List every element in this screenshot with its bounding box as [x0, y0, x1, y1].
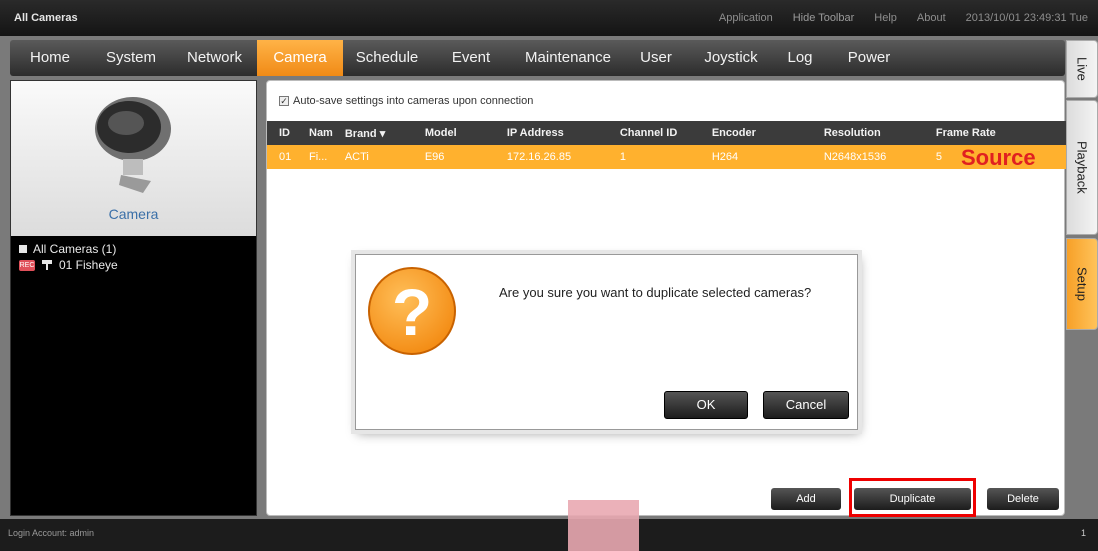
window-title: All Cameras [14, 12, 78, 24]
hide-toolbar-link[interactable]: Hide Toolbar [793, 12, 855, 24]
camera-illustration-box: Camera [11, 81, 256, 236]
ok-button[interactable]: OK [664, 391, 748, 419]
col-id[interactable]: ID [267, 121, 297, 145]
col-channel[interactable]: Channel ID [607, 121, 700, 145]
cell-brand: ACTi [332, 145, 413, 169]
col-ip[interactable]: IP Address [494, 121, 608, 145]
main-nav: Home System Network Camera Schedule Even… [10, 40, 1065, 76]
cell-name: Fi... [297, 145, 333, 169]
confirm-dialog: ? Are you sure you want to duplicate sel… [355, 254, 858, 430]
side-tab-playback[interactable]: Playback [1066, 100, 1098, 235]
col-framerate[interactable]: Frame Rate [923, 121, 1066, 145]
app-window: All Cameras Application Hide Toolbar Hel… [0, 0, 1098, 551]
title-bar: All Cameras Application Hide Toolbar Hel… [0, 0, 1098, 36]
source-annotation: Source [961, 145, 1036, 170]
delete-button[interactable]: Delete [987, 488, 1059, 510]
side-tab-live-label: Live [1074, 57, 1090, 81]
col-model[interactable]: Model [412, 121, 495, 145]
tab-network[interactable]: Network [172, 40, 257, 76]
autosave-option[interactable]: ✓ Auto-save settings into cameras upon c… [279, 95, 533, 107]
side-tab-setup[interactable]: Setup [1066, 238, 1098, 330]
tab-log[interactable]: Log [775, 40, 825, 76]
camera-tree-panel: Camera All Cameras (1) REC 01 Fisheye [10, 80, 257, 516]
tab-schedule[interactable]: Schedule [343, 40, 431, 76]
datetime: 2013/10/01 23:49:31 Tue [965, 12, 1088, 24]
camera-table: ID Nam Brand ▾ Model IP Address Channel … [267, 121, 1066, 169]
camera-icon [95, 97, 171, 193]
tab-home[interactable]: Home [10, 40, 90, 76]
tab-maintenance[interactable]: Maintenance [511, 40, 625, 76]
top-links: Application Hide Toolbar Help About 2013… [719, 12, 1088, 24]
col-name[interactable]: Nam [297, 121, 333, 145]
status-bar: Login Account: admin 1 [0, 519, 1098, 551]
login-account: Login Account: admin [8, 528, 95, 538]
tree-item-label: 01 Fisheye [59, 258, 118, 272]
col-encoder[interactable]: Encoder [699, 121, 812, 145]
tab-camera[interactable]: Camera [257, 40, 343, 76]
duplicate-highlight-box [849, 478, 976, 517]
cell-channel: 1 [607, 145, 700, 169]
status-count: 1 [1080, 528, 1086, 538]
table-header: ID Nam Brand ▾ Model IP Address Channel … [267, 121, 1066, 145]
camera-label: Camera [108, 206, 159, 222]
collapse-icon[interactable] [19, 245, 27, 253]
cell-resolution: N2648x1536 [811, 145, 924, 169]
add-button[interactable]: Add [771, 488, 841, 510]
cancel-button[interactable]: Cancel [763, 391, 849, 419]
tab-system[interactable]: System [90, 40, 172, 76]
autosave-checkbox[interactable]: ✓ [279, 96, 289, 106]
help-link[interactable]: Help [874, 12, 897, 24]
cell-model: E96 [412, 145, 495, 169]
autosave-label: Auto-save settings into cameras upon con… [293, 95, 534, 107]
tree-item-fisheye[interactable]: REC 01 Fisheye [19, 257, 118, 273]
side-tab-live[interactable]: Live [1066, 40, 1098, 98]
cell-ip: 172.16.26.85 [494, 145, 608, 169]
dialog-message: Are you sure you want to duplicate selec… [499, 285, 812, 300]
question-icon: ? [368, 267, 456, 355]
camera-small-icon [42, 260, 52, 270]
table-row[interactable]: 01 Fi... ACTi E96 172.16.26.85 1 H264 N2… [267, 145, 1066, 169]
about-link[interactable]: About [917, 12, 946, 24]
application-link[interactable]: Application [719, 12, 773, 24]
cell-encoder: H264 [699, 145, 812, 169]
tab-power[interactable]: Power [825, 40, 913, 76]
tree-root[interactable]: All Cameras (1) [19, 241, 118, 257]
record-icon: REC [19, 259, 35, 271]
overlay-marker [568, 500, 639, 551]
tab-user[interactable]: User [625, 40, 687, 76]
col-resolution[interactable]: Resolution [811, 121, 924, 145]
side-tab-setup-label: Setup [1074, 267, 1090, 301]
tab-event[interactable]: Event [431, 40, 511, 76]
cell-id: 01 [267, 145, 297, 169]
col-brand-label: Brand [344, 127, 377, 140]
tab-joystick[interactable]: Joystick [687, 40, 775, 76]
sort-down-icon: ▾ [379, 127, 386, 140]
tree-root-label: All Cameras (1) [33, 242, 117, 256]
camera-tree: All Cameras (1) REC 01 Fisheye [19, 241, 118, 273]
side-tab-playback-label: Playback [1074, 141, 1090, 194]
question-glyph: ? [391, 275, 433, 349]
col-brand[interactable]: Brand ▾ [332, 121, 413, 145]
